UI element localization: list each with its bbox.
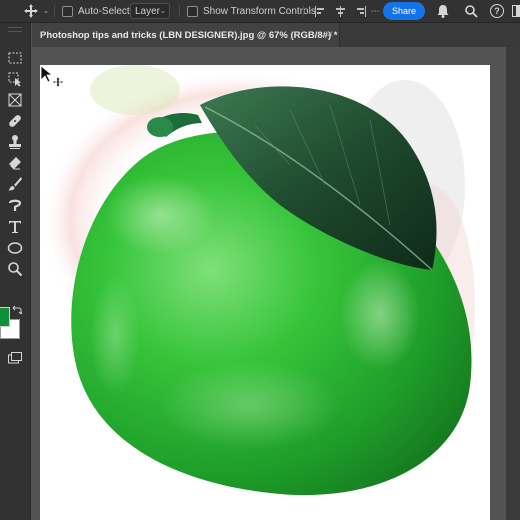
checkbox-icon[interactable]	[187, 5, 198, 17]
workspace-icon[interactable]	[508, 0, 520, 22]
notifications-icon[interactable]	[434, 0, 452, 22]
move-tool-icon[interactable]	[20, 0, 42, 22]
brush-tool-icon[interactable]	[5, 175, 25, 193]
layer-select-value: Layer	[135, 5, 161, 17]
close-tab-icon[interactable]: ×	[327, 29, 333, 40]
show-transform-label: Show Transform Controls	[203, 5, 316, 17]
type-tool-icon[interactable]	[5, 218, 25, 236]
document-tab-bar: Photoshop tips and tricks (LBN DESIGNER)…	[32, 23, 520, 47]
frame-tool-icon[interactable]	[5, 91, 25, 109]
tool-preset-chevron-icon[interactable]: ⌄	[42, 0, 50, 22]
screen-mode-icon[interactable]	[5, 349, 25, 367]
eraser-tool-icon[interactable]	[5, 154, 25, 172]
divider	[179, 5, 180, 17]
swap-colors-icon[interactable]	[12, 305, 23, 315]
divider	[54, 5, 55, 17]
align-center-icon[interactable]	[333, 0, 347, 22]
ellipse-tool-icon[interactable]	[5, 239, 25, 257]
show-transform-controls-checkbox[interactable]: Show Transform Controls	[187, 0, 316, 22]
auto-select-target-dropdown[interactable]: Layer ⌄	[130, 3, 170, 19]
search-icon[interactable]	[462, 0, 480, 22]
foreground-color-swatch[interactable]	[0, 307, 10, 327]
clone-stamp-tool-icon[interactable]	[5, 133, 25, 151]
divider	[303, 5, 304, 17]
mango-image	[40, 65, 475, 496]
vertical-scrollbar[interactable]	[506, 47, 520, 520]
help-icon[interactable]: ?	[488, 0, 506, 22]
smudge-tool-icon[interactable]	[5, 196, 25, 214]
tools-panel	[0, 23, 31, 520]
document-tab-title: Photoshop tips and tricks (LBN DESIGNER)…	[40, 29, 338, 41]
healing-brush-tool-icon[interactable]	[5, 112, 25, 130]
object-selection-tool-icon[interactable]	[5, 70, 25, 88]
zoom-tool-icon[interactable]	[5, 260, 25, 278]
options-bar: ⌄ Auto-Select: Layer ⌄ Show Transform Co…	[0, 0, 520, 23]
move-cursor-icon	[40, 65, 65, 88]
rectangular-marquee-tool-icon[interactable]	[5, 49, 25, 67]
align-right-icon[interactable]	[353, 0, 367, 22]
document-canvas[interactable]	[40, 65, 490, 520]
more-options-icon[interactable]: ⋯	[368, 0, 382, 22]
align-left-icon[interactable]	[313, 0, 327, 22]
workspace	[31, 47, 520, 520]
share-button[interactable]: Share	[383, 2, 425, 20]
checkbox-icon[interactable]	[62, 5, 73, 17]
photoshop-window: ⌄ Auto-Select: Layer ⌄ Show Transform Co…	[0, 0, 520, 520]
chevron-down-icon: ⌄	[160, 8, 166, 15]
panel-grip[interactable]	[8, 27, 22, 32]
auto-select-checkbox[interactable]: Auto-Select:	[62, 0, 132, 22]
auto-select-label: Auto-Select:	[78, 5, 133, 17]
document-tab[interactable]: Photoshop tips and tricks (LBN DESIGNER)…	[32, 23, 340, 47]
